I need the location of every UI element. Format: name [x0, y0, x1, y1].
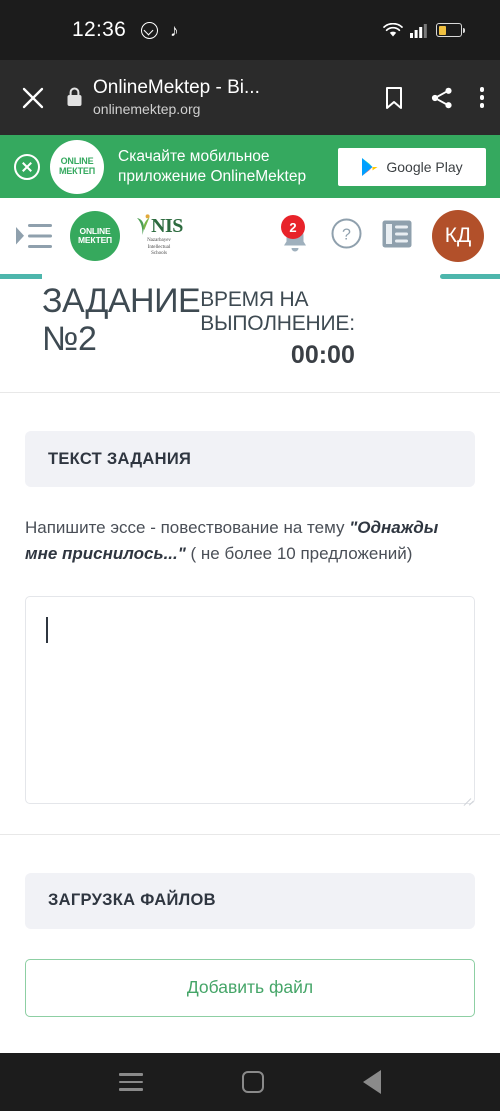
text-cursor [46, 616, 48, 643]
nis-subtitle: Nazarbayev Intellectual Schools [147, 238, 171, 258]
recents-icon[interactable] [119, 1073, 144, 1091]
progress-segment-left [0, 274, 42, 279]
files-heading-panel: ЗАГРУЗКА ФАЙЛОВ [25, 872, 475, 929]
user-avatar[interactable]: КД [432, 210, 484, 262]
step-progress-bar [0, 274, 500, 280]
banner-text: Скачайте мобильное приложение OnlineMekt… [118, 147, 338, 186]
nis-sub-line3: Schools [151, 251, 167, 257]
help-icon[interactable]: ? [331, 218, 362, 254]
timer-value: 00:00 [290, 341, 355, 370]
section-divider-bottom [0, 833, 500, 835]
status-bar: 12:36 ♪ [0, 0, 500, 60]
status-bar-clock: 12:36 [72, 18, 127, 41]
add-file-button[interactable]: Добавить файл [25, 958, 475, 1017]
page-url: onlinemektep.org [93, 100, 201, 117]
task-description-prefix: Напишите эссе - повествование на тему [25, 518, 350, 537]
google-play-label: Google Play [386, 158, 463, 175]
section-divider-top [0, 392, 500, 393]
whatsapp-icon [141, 21, 159, 39]
notifications-button[interactable]: 2 [279, 215, 311, 255]
onlinemektep-logo[interactable]: ONLINE МЕКТЕП [70, 211, 120, 261]
nis-logo: NIS Nazarbayev Intellectual Schools [130, 214, 188, 258]
header-logo-line2: МЕКТЕП [78, 235, 112, 245]
battery-icon [436, 23, 465, 37]
task-text-heading-panel: ТЕКСТ ЗАДАНИЯ [25, 431, 475, 487]
timer-label-line1: ВРЕМЯ НА [200, 288, 309, 311]
overflow-menu-icon[interactable] [479, 87, 484, 108]
answer-textarea[interactable] [25, 595, 475, 804]
cellular-signal-icon [410, 23, 427, 38]
task-title-line2: №2 [42, 320, 97, 359]
google-play-button[interactable]: Google Play [338, 147, 486, 186]
banner-logo-line2: МЕКТЕП [59, 165, 95, 176]
timer-label-line2: ВЫПОЛНЕНИЕ: [200, 311, 355, 335]
task-header: ЗАДАНИЕ №2 ВРЕМЯ НА ВЫПОЛНЕНИЕ: 00:00 [0, 280, 500, 392]
address-bar[interactable]: OnlineMektep - Bi... onlinemektep.org [93, 77, 260, 118]
notification-badge: 2 [281, 215, 305, 239]
tiktok-icon: ♪ [170, 20, 179, 40]
lock-icon [66, 87, 83, 108]
share-icon[interactable] [430, 86, 454, 110]
wifi-icon [383, 22, 403, 36]
status-bar-system-icons [383, 22, 465, 38]
banner-close-icon[interactable] [14, 153, 40, 180]
task-timer: ВРЕМЯ НА ВЫПОЛНЕНИЕ: 00:00 [200, 282, 355, 370]
close-icon[interactable] [16, 81, 50, 115]
onlinemektep-logo-banner: ONLINE МЕКТЕП [50, 139, 104, 194]
task-text-section: ТЕКСТ ЗАДАНИЯ Напишите эссе - повествова… [0, 431, 500, 804]
svg-text:?: ? [342, 227, 351, 244]
browser-toolbar: OnlineMektep - Bi... onlinemektep.org [0, 60, 500, 135]
page-content: ЗАДАНИЕ №2 ВРЕМЯ НА ВЫПОЛНЕНИЕ: 00:00 ТЕ… [0, 274, 500, 1017]
back-icon[interactable] [362, 1070, 381, 1094]
browser-actions [366, 86, 484, 110]
textarea-resize-handle[interactable] [461, 790, 471, 800]
phone-screen: 12:36 ♪ OnlineMektep - Bi... onlinemekte… [0, 0, 500, 1111]
header-actions: 2 ? КД [279, 210, 484, 262]
google-play-icon [362, 157, 378, 176]
bookmark-icon[interactable] [384, 86, 404, 110]
nis-name: NIS [151, 214, 183, 237]
banner-text-line2: приложение OnlineMektep [118, 167, 307, 185]
page-title: OnlineMektep - Bi... [93, 76, 260, 98]
task-title-line1: ЗАДАНИЕ [42, 282, 201, 320]
task-description-suffix: ( не более 10 предложений) [185, 544, 413, 564]
journal-list-icon[interactable] [382, 220, 412, 253]
files-section: ЗАГРУЗКА ФАЙЛОВ Добавить файл [0, 872, 500, 1017]
files-heading: ЗАГРУЗКА ФАЙЛОВ [48, 891, 216, 910]
nis-sprout-icon [137, 214, 150, 235]
nis-sub-line2: Intellectual [147, 244, 171, 250]
app-install-banner: ONLINE МЕКТЕП Скачайте мобильное приложе… [0, 135, 500, 198]
home-icon[interactable] [241, 1071, 264, 1093]
site-header: ONLINE МЕКТЕП NIS Nazarbayev Intellectua… [0, 198, 500, 274]
task-description: Напишите эссе - повествование на тему "О… [25, 515, 475, 568]
task-text-heading: ТЕКСТ ЗАДАНИЯ [48, 449, 192, 468]
nis-sub-line1: Nazarbayev [147, 237, 171, 243]
android-navigation-bar [0, 1053, 500, 1111]
task-title: ЗАДАНИЕ №2 [0, 282, 201, 359]
status-bar-notification-icons: ♪ [141, 20, 179, 40]
sidebar-toggle-icon[interactable] [16, 223, 58, 249]
banner-text-line1: Скачайте мобильное [118, 148, 270, 166]
progress-segment-right [440, 274, 500, 279]
